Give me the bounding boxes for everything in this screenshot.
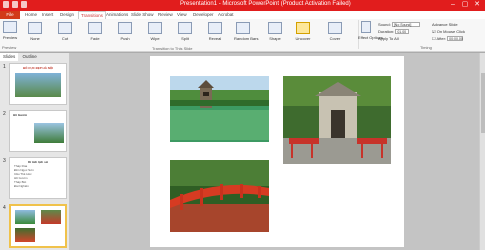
uncover-icon: [296, 22, 310, 34]
photo-red-bridge[interactable]: [170, 160, 269, 232]
tab-insert[interactable]: Insert: [42, 11, 53, 19]
tab-slide-show[interactable]: Slide Show: [131, 11, 154, 19]
after-input[interactable]: 00:00.00: [447, 36, 464, 42]
transition-shape[interactable]: Shape: [266, 22, 284, 41]
split-icon: [178, 22, 192, 34]
slide-number-4: 4: [3, 205, 6, 211]
current-slide[interactable]: [150, 56, 404, 247]
slide-number-2: 2: [3, 111, 6, 117]
cover-icon: [328, 22, 342, 34]
transition-gallery: None Cut Fade Push Wipe Split Reveal Ran…: [22, 20, 359, 51]
thumb-title: Hồ Gươm: [13, 113, 28, 117]
tab-acrobat[interactable]: Acrobat: [218, 11, 234, 19]
transition-none[interactable]: None: [26, 22, 44, 41]
reveal-icon: [208, 22, 222, 34]
photo-temple-gate[interactable]: [283, 76, 391, 164]
slide-number-1: 1: [3, 64, 6, 70]
preview-icon: [3, 21, 17, 33]
maximize-button[interactable]: ▢: [459, 0, 471, 10]
transition-split[interactable]: Split: [176, 22, 194, 41]
duration-input[interactable]: 01.00: [395, 29, 410, 35]
tab-transitions[interactable]: Transitions: [78, 11, 106, 19]
preview-button[interactable]: Preview: [1, 21, 19, 40]
thumb-photo: [34, 123, 64, 143]
tab-outline[interactable]: Outline: [20, 53, 40, 61]
transition-reveal[interactable]: Reveal: [206, 22, 224, 41]
slide-thumbnail-1[interactable]: BỐ CỤC ĐẸP HÀ NỘI: [9, 63, 67, 105]
tab-developer[interactable]: Developer: [193, 11, 214, 19]
tab-view[interactable]: View: [177, 11, 187, 19]
close-button[interactable]: ✕: [471, 0, 483, 10]
slide-thumbnail-4[interactable]: [9, 204, 67, 248]
redo-icon[interactable]: [21, 1, 27, 8]
cut-icon: [58, 22, 72, 34]
thumb-title: BỐ CỤC ĐẸP HÀ NỘI: [22, 66, 54, 70]
save-icon[interactable]: [3, 1, 9, 8]
tab-file[interactable]: File: [0, 11, 20, 19]
photo-turtle-tower[interactable]: [170, 76, 269, 142]
slide-number-3: 3: [3, 158, 6, 164]
slide-thumbnail-2[interactable]: Hồ Gươm: [9, 110, 67, 152]
transition-cut[interactable]: Cut: [56, 22, 74, 41]
effect-options-icon: [361, 21, 371, 33]
on-mouse-click-checkbox[interactable]: ☑: [432, 29, 436, 34]
timing-right: Advance Slide ☑ On Mouse Click ☐ After: …: [432, 22, 465, 42]
shape-icon: [268, 22, 282, 34]
transition-uncover[interactable]: Uncover: [294, 22, 312, 41]
preview-group-label: Preview: [2, 45, 17, 50]
wipe-icon: [148, 22, 162, 34]
minimize-button[interactable]: –: [447, 0, 459, 10]
slide-thumbnail-3[interactable]: Di tích lịch sử Tháp Rùa Đền Ngọc Sơn Cầ…: [9, 157, 67, 199]
transition-fade[interactable]: Fade: [86, 22, 104, 41]
thumb-photo: [15, 228, 35, 242]
tab-home[interactable]: Home: [25, 11, 37, 19]
scrollbar-thumb[interactable]: [481, 73, 485, 133]
effect-options-button[interactable]: Effect Options: [358, 21, 383, 40]
vertical-scrollbar[interactable]: [479, 53, 485, 250]
undo-icon[interactable]: [12, 1, 18, 8]
timing-left: Sound: [No Sound] Duration: 01.00 Apply …: [378, 21, 420, 42]
random-bars-icon: [236, 22, 250, 34]
ribbon-tabs: File Home Insert Design Transitions Anim…: [0, 11, 485, 19]
timing-group-label: Timing: [420, 45, 432, 50]
thumb-list: Tháp Rùa Đền Ngọc Sơn Cầu Thê Húc Hồ Gươ…: [14, 164, 34, 188]
thumb-photo: [15, 210, 35, 224]
tab-slides[interactable]: Slides: [0, 53, 19, 61]
none-icon: [28, 22, 42, 34]
ribbon: Preview Preview None Cut Fade Push Wipe …: [0, 19, 485, 52]
transition-wipe[interactable]: Wipe: [146, 22, 164, 41]
tab-animations[interactable]: Animations: [106, 11, 128, 19]
thumb-photo: [15, 73, 61, 97]
push-icon: [118, 22, 132, 34]
window-title: Presentation1 - Microsoft PowerPoint (Pr…: [180, 1, 351, 7]
transition-random-bars[interactable]: Random Bars: [234, 22, 258, 41]
fade-icon: [88, 22, 102, 34]
title-bar: Presentation1 - Microsoft PowerPoint (Pr…: [0, 0, 485, 11]
quick-access-toolbar: [3, 1, 27, 8]
thumb-photo: [41, 210, 61, 224]
tab-review[interactable]: Review: [158, 11, 173, 19]
sound-select[interactable]: [No Sound]: [391, 22, 420, 28]
tab-design[interactable]: Design: [60, 11, 74, 19]
transition-push[interactable]: Push: [116, 22, 134, 41]
slide-editor: [70, 53, 485, 250]
transition-cover[interactable]: Cover: [326, 22, 344, 41]
slides-panel: Slides Outline 1 BỐ CỤC ĐẸP HÀ NỘI 2 Hồ …: [0, 53, 70, 250]
apply-to-all-button[interactable]: Apply To All: [378, 35, 420, 42]
transition-group-label: Transition to This Slide: [152, 46, 193, 51]
